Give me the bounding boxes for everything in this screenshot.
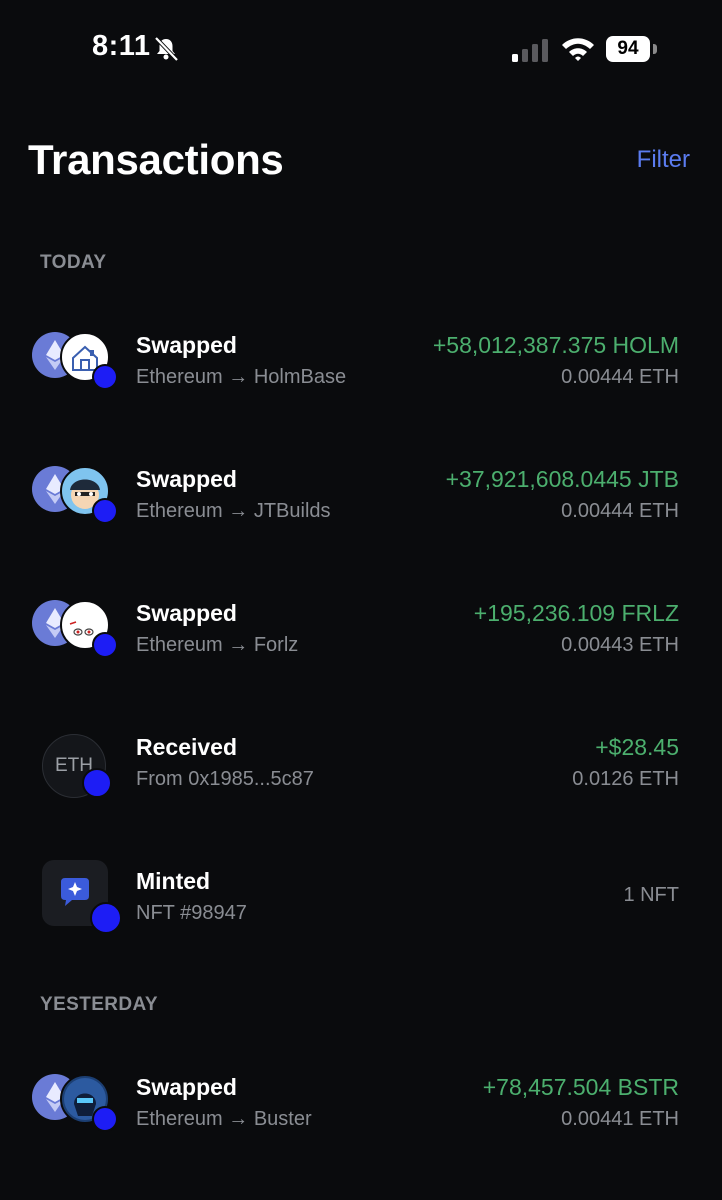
wifi-icon (562, 38, 594, 61)
network-badge-icon (92, 364, 118, 390)
transaction-amount: +78,457.504 BSTR (482, 1074, 679, 1100)
network-badge-icon (90, 902, 122, 934)
transaction-subtitle: From 0x1985...5c87 (136, 768, 314, 790)
transaction-row[interactable]: Swapped Ethereum → Forlz +195,236.109 FR… (0, 600, 722, 710)
transaction-subtitle: Ethereum → HolmBase (136, 366, 347, 388)
transaction-row[interactable]: Swapped Ethereum → HolmBase +58,012,387.… (0, 332, 722, 442)
section-header-today: TODAY (40, 252, 107, 273)
transaction-eth-amount: 0.00443 ETH (561, 634, 679, 656)
status-bar: 8:11 94 (0, 0, 722, 100)
transaction-title: Swapped (136, 332, 237, 358)
transaction-row[interactable]: Minted NFT #98947 1 NFT (0, 860, 722, 978)
swap-eth-forlz-icon (32, 600, 122, 670)
transaction-title: Received (136, 734, 238, 760)
nft-mint-icon (32, 860, 122, 934)
swap-eth-buster-icon (32, 1074, 122, 1144)
transaction-amount: +58,012,387.375 HOLM (432, 332, 679, 358)
network-badge-icon (92, 1106, 118, 1132)
transaction-amount: +195,236.109 FRLZ (473, 600, 679, 626)
battery-indicator: 94 (606, 36, 657, 62)
transaction-eth-amount: 0.0126 ETH (572, 768, 679, 790)
transaction-row[interactable]: Swapped Ethereum → JTBuilds +37,921,608.… (0, 466, 722, 576)
swap-eth-jtbuilds-icon (32, 466, 122, 536)
transaction-subtitle: Ethereum → JTBuilds (136, 500, 331, 522)
transaction-title: Minted (136, 868, 211, 894)
battery-cap (653, 44, 657, 54)
filter-button[interactable]: Filter (637, 146, 690, 174)
transaction-subtitle: Ethereum → Buster (136, 1108, 312, 1130)
transaction-eth-amount: 0.00444 ETH (561, 500, 679, 522)
eth-receive-icon: ETH (32, 734, 122, 804)
cell-signal-icon (512, 39, 548, 62)
transaction-amount: +$28.45 (595, 734, 679, 760)
transaction-row[interactable]: ETH Received From 0x1985...5c87 +$28.45 … (0, 734, 722, 844)
transaction-eth-amount: 0.00444 ETH (561, 366, 679, 388)
transaction-subtitle: Ethereum → Forlz (136, 634, 299, 656)
network-badge-icon (82, 768, 112, 798)
section-header-yesterday: YESTERDAY (40, 994, 158, 1015)
swap-eth-holmbase-icon (32, 332, 122, 402)
transaction-title: Swapped (136, 466, 237, 492)
network-badge-icon (92, 498, 118, 524)
page-title: Transactions (28, 136, 284, 183)
transaction-subtitle: NFT #98947 (136, 902, 247, 924)
network-badge-icon (92, 632, 118, 658)
status-time: 8:11 (92, 30, 151, 62)
transaction-title: Swapped (136, 1074, 237, 1100)
bell-muted-icon (154, 36, 179, 62)
transaction-title: Swapped (136, 600, 237, 626)
transaction-amount: 1 NFT (623, 884, 679, 906)
transaction-amount: +37,921,608.0445 JTB (445, 466, 679, 492)
transaction-row[interactable]: Swapped Ethereum → Buster +78,457.504 BS… (0, 1074, 722, 1184)
battery-level: 94 (606, 36, 650, 62)
transaction-eth-amount: 0.00441 ETH (561, 1108, 679, 1130)
